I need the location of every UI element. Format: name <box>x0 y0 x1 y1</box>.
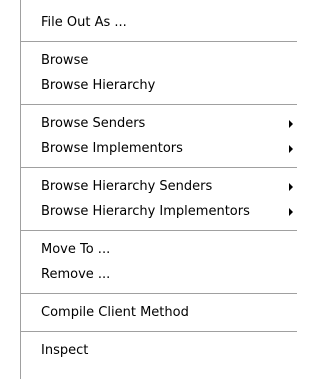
context-menu: File Out As ... Browse Browse Hierarchy … <box>20 0 297 379</box>
menu-item-remove[interactable]: Remove ... <box>21 262 297 287</box>
menu-item-compile-client-method[interactable]: Compile Client Method <box>21 300 297 325</box>
submenu-arrow-icon <box>289 183 293 191</box>
menu-item-browse-implementors[interactable]: Browse Implementors <box>21 136 297 161</box>
menu-separator <box>21 41 297 42</box>
menu-item-file-out-as[interactable]: File Out As ... <box>21 10 297 35</box>
menu-separator <box>21 104 297 105</box>
menu-item-browse-senders[interactable]: Browse Senders <box>21 111 297 136</box>
menu-item-label: Compile Client Method <box>41 305 189 320</box>
menu-separator <box>21 331 297 332</box>
menu-item-move-to[interactable]: Move To ... <box>21 237 297 262</box>
menu-item-label: Inspect <box>41 343 89 358</box>
menu-group-inspect: Inspect <box>21 335 297 366</box>
menu-item-label: Browse <box>41 53 89 68</box>
menu-item-inspect[interactable]: Inspect <box>21 338 297 363</box>
submenu-arrow-icon <box>289 120 293 128</box>
menu-group-compile: Compile Client Method <box>21 297 297 328</box>
menu-separator <box>21 293 297 294</box>
menu-item-label: Move To ... <box>41 242 111 257</box>
menu-item-label: Browse Hierarchy Implementors <box>41 204 250 219</box>
submenu-arrow-icon <box>289 208 293 216</box>
menu-item-label: Browse Hierarchy Senders <box>41 179 213 194</box>
menu-item-browse[interactable]: Browse <box>21 48 297 73</box>
menu-group-browse-refs: Browse Senders Browse Implementors <box>21 108 297 164</box>
menu-separator <box>21 230 297 231</box>
menu-separator <box>21 167 297 168</box>
submenu-arrow-icon <box>289 145 293 153</box>
menu-group-edit: Move To ... Remove ... <box>21 234 297 290</box>
menu-item-browse-hierarchy[interactable]: Browse Hierarchy <box>21 73 297 98</box>
menu-item-label: Browse Hierarchy <box>41 78 156 93</box>
menu-item-browse-hierarchy-senders[interactable]: Browse Hierarchy Senders <box>21 174 297 199</box>
menu-item-label: Remove ... <box>41 267 111 282</box>
menu-group-file: File Out As ... <box>21 7 297 38</box>
menu-group-browse-hierarchy-refs: Browse Hierarchy Senders Browse Hierarch… <box>21 171 297 227</box>
menu-item-label: Browse Senders <box>41 116 146 131</box>
menu-item-browse-hierarchy-implementors[interactable]: Browse Hierarchy Implementors <box>21 199 297 224</box>
menu-group-browse: Browse Browse Hierarchy <box>21 45 297 101</box>
menu-item-label: Browse Implementors <box>41 141 183 156</box>
menu-item-label: File Out As ... <box>41 15 127 30</box>
